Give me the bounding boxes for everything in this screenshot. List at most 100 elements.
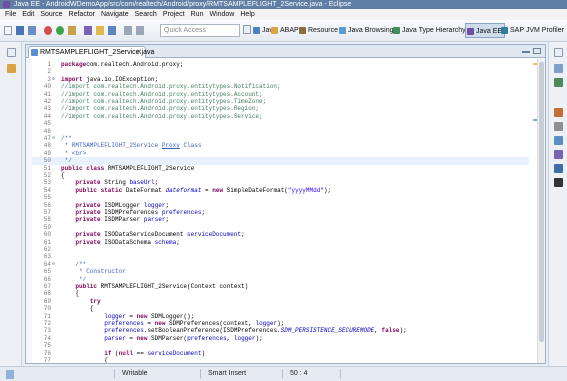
console-icon[interactable] bbox=[554, 178, 563, 187]
save-icon[interactable] bbox=[16, 26, 24, 35]
new-file-icon[interactable] bbox=[4, 26, 12, 35]
fast-view-icon[interactable] bbox=[6, 370, 14, 379]
code-line[interactable]: 44 //import com.realtech.Android.proxy.en… bbox=[32, 113, 529, 120]
run-icon[interactable] bbox=[56, 26, 64, 35]
code-line[interactable]: 2 bbox=[32, 68, 529, 75]
code-text: { bbox=[61, 305, 94, 313]
code-line[interactable]: 57 private ISDMPreferences preferences; bbox=[32, 209, 529, 216]
code-line[interactable]: 63 bbox=[32, 253, 529, 260]
code-line[interactable]: 1 packagecom.realtech.Android.proxy; bbox=[32, 61, 529, 68]
menu-search[interactable]: Search bbox=[132, 9, 160, 20]
menu-source[interactable]: Source bbox=[37, 9, 65, 20]
code-line[interactable]: 49 * <br> bbox=[32, 150, 529, 157]
code-token: { bbox=[61, 305, 94, 313]
code-line[interactable]: 58 private ISDMParser parser; bbox=[32, 216, 529, 223]
code-line[interactable]: 77 { bbox=[32, 357, 529, 363]
code-line[interactable]: 69 try bbox=[32, 298, 529, 305]
close-icon[interactable]: ✕ bbox=[136, 47, 142, 58]
code-line[interactable]: 76 if (null == serviceDocument) bbox=[32, 350, 529, 357]
restore-icon[interactable] bbox=[554, 48, 563, 57]
code-line[interactable]: 72 preferences = new SDMPreferences(cont… bbox=[32, 320, 529, 327]
code-line[interactable]: 52 { bbox=[32, 172, 529, 179]
maximize-icon[interactable] bbox=[533, 48, 541, 54]
code-line[interactable]: 75 bbox=[32, 342, 529, 349]
code-text: //import com.realtech.Android.proxy.enti… bbox=[61, 83, 281, 90]
code-line[interactable]: 54 public static DateFormat dateformat =… bbox=[32, 187, 529, 194]
search-icon[interactable] bbox=[108, 26, 116, 35]
code-token: com.realtech.Android.proxy; bbox=[86, 61, 184, 68]
perspective-resource[interactable]: Resource bbox=[298, 23, 338, 38]
data-source-icon[interactable] bbox=[554, 150, 563, 159]
code-line[interactable]: 51 public class RMTSAMPLEFLIGHT_2Service bbox=[32, 165, 529, 172]
scrollbar-thumb[interactable] bbox=[539, 62, 544, 342]
menu-help[interactable]: Help bbox=[237, 9, 257, 20]
code-line[interactable]: 40 //import com.realtech.Android.proxy.en… bbox=[32, 83, 529, 90]
code-line[interactable]: 71 logger = new SDMLogger(); bbox=[32, 313, 529, 320]
code-editor[interactable]: 1 packagecom.realtech.Android.proxy; 2 3 ⊕ im… bbox=[26, 59, 545, 363]
properties-icon[interactable] bbox=[554, 122, 563, 131]
code-text: preferences.setBooleanPreference(ISDMPre… bbox=[61, 327, 406, 334]
code-line[interactable]: 41 //import com.realtech.Android.proxy.en… bbox=[32, 91, 529, 98]
quick-access-input[interactable]: Quick Access bbox=[160, 24, 240, 37]
code-line[interactable]: 53 private String baseUrl; bbox=[32, 179, 529, 186]
code-line[interactable]: 66 */ bbox=[32, 276, 529, 283]
menu-file[interactable]: File bbox=[0, 9, 19, 20]
code-line[interactable]: 45 bbox=[32, 120, 529, 127]
snippets-icon[interactable] bbox=[554, 164, 563, 173]
editor-scrollbar[interactable] bbox=[537, 59, 545, 363]
fold-toggle-icon[interactable]: ⊖ bbox=[52, 135, 58, 142]
tab-rmtsampleflight-2service[interactable]: RMTSAMPLEFLIGHT_2Service.java ✕ bbox=[28, 46, 154, 58]
code-line[interactable]: 61 private ISODataSchema schema; bbox=[32, 239, 529, 246]
code-line[interactable]: 43 //import com.realtech.Android.proxy.en… bbox=[32, 105, 529, 112]
task-list-icon[interactable] bbox=[554, 78, 563, 87]
perspective-java-browsing[interactable]: Java Browsing bbox=[338, 23, 394, 38]
menu-window[interactable]: Window bbox=[206, 9, 237, 20]
perspective-abap[interactable]: ABAP bbox=[270, 23, 299, 38]
code-line[interactable]: 50 */ bbox=[32, 157, 529, 165]
menu-edit[interactable]: Edit bbox=[19, 9, 37, 20]
back-icon[interactable] bbox=[124, 26, 132, 35]
code-line[interactable]: 56 private ISDMLogger logger; bbox=[32, 202, 529, 209]
new-java-class-icon[interactable] bbox=[84, 26, 92, 35]
code-line[interactable]: 48 * RMTSAMPLEFLIGHT_2Service Proxy Clas… bbox=[32, 142, 529, 149]
restore-icon[interactable] bbox=[7, 48, 16, 57]
code-line[interactable]: 42 //import com.realtech.Android.proxy.en… bbox=[32, 98, 529, 105]
code-line[interactable]: 65 * Constructor bbox=[32, 268, 529, 275]
external-tools-icon[interactable] bbox=[68, 26, 76, 35]
save-all-icon[interactable] bbox=[28, 26, 36, 35]
code-line[interactable]: 73 preferences.setBooleanPreference(ISDM… bbox=[32, 327, 529, 334]
code-line[interactable]: 47 ⊖/** bbox=[32, 135, 529, 142]
code-line[interactable]: 3 ⊕ import java.io.IOException; bbox=[32, 76, 529, 83]
markers-icon[interactable] bbox=[554, 108, 563, 117]
code-line[interactable]: 62 bbox=[32, 246, 529, 253]
forward-icon[interactable] bbox=[136, 26, 144, 35]
code-line[interactable]: 67 public RMTSAMPLEFLIGHT_2Service(Conte… bbox=[32, 283, 529, 290]
menu-refactor[interactable]: Refactor bbox=[66, 9, 98, 20]
minimize-icon[interactable] bbox=[522, 51, 530, 53]
fold-toggle-icon[interactable]: ⊕ bbox=[52, 76, 58, 83]
servers-icon[interactable] bbox=[554, 136, 563, 145]
debug-icon[interactable] bbox=[44, 26, 52, 35]
code-line[interactable]: 74 parser = new SDMParser(preferences, l… bbox=[32, 335, 529, 342]
perspective-java-type-hierarchy[interactable]: Java Type Hierarchy bbox=[392, 23, 466, 38]
project-explorer-icon[interactable] bbox=[7, 64, 16, 73]
outline-icon[interactable] bbox=[554, 64, 563, 73]
code-line[interactable]: 68 { bbox=[32, 290, 529, 297]
code-token: new bbox=[154, 320, 166, 327]
code-line[interactable]: 46 bbox=[32, 128, 529, 135]
code-token: private bbox=[75, 209, 101, 216]
code-token: ); bbox=[323, 186, 332, 194]
code-token: ISDMLogger bbox=[100, 201, 144, 209]
code-line[interactable]: 59 bbox=[32, 224, 529, 231]
menu-run[interactable]: Run bbox=[188, 9, 207, 20]
open-type-icon[interactable] bbox=[96, 26, 104, 35]
menu-project[interactable]: Project bbox=[160, 9, 188, 20]
open-perspective-icon[interactable] bbox=[243, 25, 251, 34]
menu-navigate[interactable]: Navigate bbox=[98, 9, 132, 20]
code-line[interactable]: 60 private ISODataServiceDocument servic… bbox=[32, 231, 529, 238]
perspective-sap-jvm-profiler[interactable]: SAP JVM Profiler bbox=[500, 23, 564, 38]
code-line[interactable]: 70 { bbox=[32, 305, 529, 312]
fold-toggle-icon[interactable]: ⊖ bbox=[52, 261, 58, 268]
code-line[interactable]: 64 ⊖ /** bbox=[32, 261, 529, 268]
code-line[interactable]: 55 bbox=[32, 194, 529, 201]
